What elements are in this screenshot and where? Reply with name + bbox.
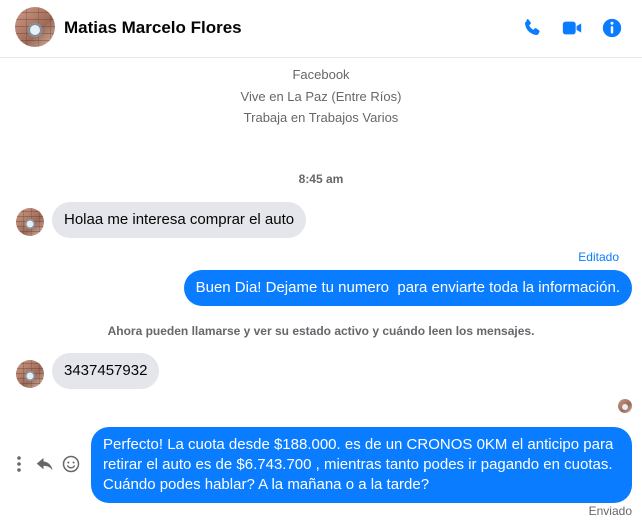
edited-label[interactable]: Editado bbox=[578, 250, 619, 264]
outgoing-message-bubble[interactable]: Buen Dia! Dejame tu numero para enviarte… bbox=[183, 270, 632, 306]
message-timestamp: 8:45 am bbox=[298, 172, 344, 186]
voice-call-button[interactable] bbox=[512, 13, 552, 43]
contact-avatar[interactable] bbox=[15, 7, 55, 47]
info-icon bbox=[602, 18, 622, 38]
incoming-message-bubble[interactable]: Holaa me interesa comprar el auto bbox=[52, 202, 307, 238]
sender-avatar[interactable] bbox=[16, 360, 44, 388]
more-options-icon bbox=[17, 456, 21, 472]
intro-location: Vive en La Paz (Entre Ríos) bbox=[240, 89, 402, 104]
reply-icon bbox=[36, 458, 53, 471]
intro-work: Trabaja en Trabajos Varios bbox=[243, 110, 399, 125]
more-options-button[interactable] bbox=[6, 452, 32, 476]
read-receipt-avatar bbox=[618, 399, 632, 413]
incoming-message-bubble[interactable]: 3437457932 bbox=[52, 353, 160, 389]
outgoing-message-bubble[interactable]: Perfecto! La cuota desde $188.000. es de… bbox=[91, 427, 632, 503]
sent-status-label: Enviado bbox=[588, 504, 632, 518]
intro-source: Facebook bbox=[292, 67, 350, 82]
header-actions bbox=[512, 13, 632, 43]
message-actions bbox=[6, 452, 84, 476]
video-call-button[interactable] bbox=[552, 13, 592, 43]
react-button[interactable] bbox=[58, 452, 84, 476]
video-camera-icon bbox=[562, 21, 582, 35]
contact-name[interactable]: Matias Marcelo Flores bbox=[64, 18, 242, 38]
conversation-header: Matias Marcelo Flores bbox=[0, 0, 642, 58]
emoji-reaction-icon bbox=[62, 455, 80, 473]
sender-avatar[interactable] bbox=[16, 208, 44, 236]
reply-button[interactable] bbox=[32, 452, 58, 476]
phone-icon bbox=[524, 19, 540, 36]
system-note: Ahora pueden llamarse y ver su estado ac… bbox=[107, 324, 535, 338]
conversation-info-button[interactable] bbox=[592, 13, 632, 43]
